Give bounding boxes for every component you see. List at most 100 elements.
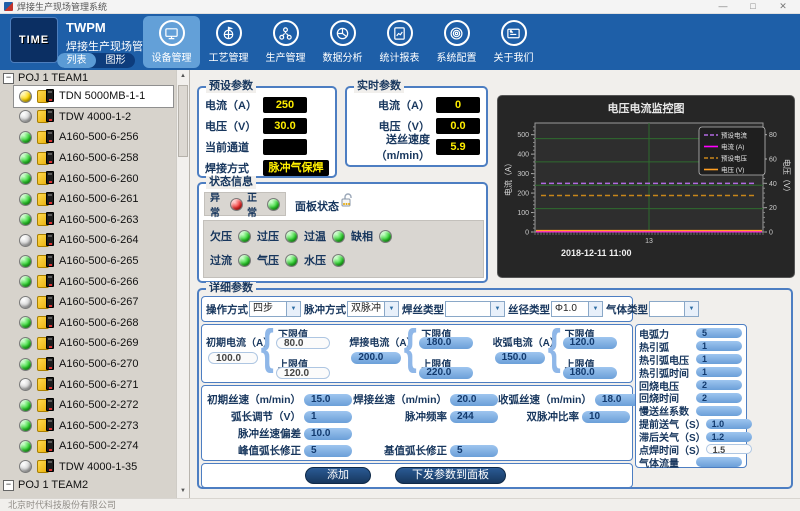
arc-length-adjust-input[interactable]: 1 (304, 411, 352, 423)
burnback-voltage-input[interactable]: 2 (696, 380, 742, 390)
scroll-thumb[interactable] (178, 85, 188, 157)
collapse-icon[interactable] (3, 480, 14, 491)
tree-group-team2[interactable]: POJ 1 TEAM2 (0, 477, 189, 493)
system-icon (444, 20, 470, 46)
spot-weld-time-input[interactable]: 1.5 (706, 444, 752, 454)
minimize-button[interactable]: — (708, 0, 738, 13)
crater-current-lower-input[interactable]: 120.0 (563, 337, 617, 349)
svg-text:电流 (A): 电流 (A) (721, 142, 744, 151)
scroll-up-icon[interactable] (177, 70, 189, 83)
gas-type-select[interactable] (649, 301, 699, 317)
nav-production-management[interactable]: 生产管理 (257, 16, 314, 68)
collapse-icon[interactable] (3, 73, 14, 84)
peak-arc-correction-label: 峰值弧长修正 (202, 443, 301, 458)
weld-current-input[interactable]: 200.0 (351, 352, 401, 364)
initial-current-upper-input[interactable]: 120.0 (276, 367, 330, 379)
dropdown-arrow-icon[interactable] (588, 302, 602, 316)
device-tree-item[interactable]: TDW 4000-1-35 (14, 457, 173, 478)
device-status-led (19, 337, 32, 350)
device-tree-item[interactable]: A160-500-6-258 (14, 148, 173, 169)
svg-text:200: 200 (517, 191, 529, 198)
device-tree-item[interactable]: A160-500-2-274 (14, 436, 173, 457)
operation-mode-select[interactable]: 四步 (249, 301, 301, 317)
pulse-mode-label: 脉冲方式 (304, 302, 346, 317)
dropdown-arrow-icon[interactable] (490, 302, 504, 316)
weld-wire-speed-input[interactable]: 20.0 (450, 394, 498, 406)
list-view-button[interactable]: 列表 (57, 53, 96, 68)
over-temperature-led (332, 230, 345, 243)
device-tree-item[interactable]: A160-500-2-272 (14, 395, 173, 416)
normal-label: 正常 (247, 189, 263, 219)
device-status-led (19, 90, 32, 103)
double-pulse-ratio-label: 双脉冲比率 (498, 409, 579, 424)
double-pulse-ratio-input[interactable]: 10 (582, 411, 630, 423)
initial-current-input[interactable]: 100.0 (208, 352, 258, 364)
hot-arc-start-input[interactable]: 1 (696, 341, 742, 351)
base-arc-correction-input[interactable]: 5 (450, 445, 498, 457)
nav-data-analysis[interactable]: 数据分析 (314, 16, 371, 68)
close-button[interactable]: ✕ (768, 0, 798, 13)
device-tree-item[interactable]: A160-500-6-269 (14, 333, 173, 354)
weld-current-lower-input[interactable]: 180.0 (419, 337, 473, 349)
nav-device-management[interactable]: 设备管理 (143, 16, 200, 68)
initial-wire-speed-input[interactable]: 15.0 (304, 394, 352, 406)
maximize-button[interactable]: □ (738, 0, 768, 13)
send-params-button[interactable]: 下发参数到面板 (395, 467, 506, 484)
welder-icon (37, 377, 54, 392)
nav-about-us[interactable]: 关于我们 (485, 16, 542, 68)
tree-scrollbar[interactable] (176, 70, 189, 498)
hot-arc-time-input[interactable]: 1 (696, 367, 742, 377)
device-tree-item[interactable]: A160-500-6-256 (14, 127, 173, 148)
tree-group-label: POJ 1 TEAM1 (18, 72, 88, 84)
device-tree-item[interactable]: A160-500-6-260 (14, 168, 173, 189)
wire-type-select[interactable] (445, 301, 505, 317)
device-tree-item[interactable]: A160-500-6-271 (14, 374, 173, 395)
device-tree-item[interactable]: A160-500-6-263 (14, 210, 173, 231)
post-gas-time-input[interactable]: 1.2 (706, 432, 752, 442)
initial-current-lower-input[interactable]: 80.0 (276, 337, 330, 349)
crater-current-input[interactable]: 150.0 (495, 352, 545, 364)
graphic-view-button[interactable]: 图形 (96, 53, 135, 68)
nav-process-management[interactable]: 工艺管理 (200, 16, 257, 68)
slow-feed-coefficient-input[interactable] (696, 406, 742, 416)
device-tree-item[interactable]: A160-500-6-264 (14, 230, 173, 251)
tree-group-team1[interactable]: POJ 1 TEAM1 (0, 70, 189, 86)
arc-force-input[interactable]: 5 (696, 328, 742, 338)
device-tree-item[interactable]: TDW 4000-1-2 (14, 107, 173, 128)
pre-gas-time-input[interactable]: 1.0 (706, 419, 752, 429)
dropdown-arrow-icon[interactable] (384, 302, 398, 316)
pulse-wire-speed-offset-input[interactable]: 10.0 (304, 428, 352, 440)
crater-current-upper-input[interactable]: 180.0 (563, 367, 617, 379)
burnback-time-input[interactable]: 2 (696, 393, 742, 403)
nav-statistic-report[interactable]: 统计报表 (371, 16, 428, 68)
peak-arc-correction-input[interactable]: 5 (304, 445, 352, 457)
preset-current-label: 电流（A） (205, 97, 263, 113)
weld-current-upper-input[interactable]: 220.0 (419, 367, 473, 379)
weld-method-display: 脉冲气保焊 (263, 160, 329, 176)
device-tree-item[interactable]: A160-500-6-267 (14, 292, 173, 313)
pulse-frequency-input[interactable]: 244 (450, 411, 498, 423)
add-button[interactable]: 添加 (305, 467, 371, 484)
wire-diameter-select[interactable]: Φ1.0 (551, 301, 603, 317)
gas-flow-input[interactable] (696, 457, 742, 467)
current-limits-box: 初期电流（A）100.0{下限值80.0上限值120.0焊接电流（A）200.0… (201, 324, 633, 383)
dropdown-arrow-icon[interactable] (286, 302, 300, 316)
scroll-down-icon[interactable] (177, 485, 189, 498)
chart-title: 电压电流监控图 (498, 100, 794, 116)
pulse-mode-select[interactable]: 双脉冲 (347, 301, 399, 317)
device-tree-item[interactable]: A160-500-6-266 (14, 271, 173, 292)
alarm-led-box: 欠压过压过温缺相 过流气压水压 (203, 220, 484, 278)
hot-arc-voltage-input[interactable]: 1 (696, 354, 742, 364)
welder-icon (37, 357, 54, 372)
svg-text:预设电压: 预设电压 (721, 154, 748, 163)
device-tree-item[interactable]: A160-500-6-268 (14, 313, 173, 334)
device-name: A160-500-6-264 (59, 234, 139, 246)
dropdown-arrow-icon[interactable] (684, 302, 698, 316)
device-tree-item[interactable]: A160-500-6-270 (14, 354, 173, 375)
device-tree-item[interactable]: A160-500-6-261 (14, 189, 173, 210)
device-tree-item[interactable]: A160-500-6-265 (14, 251, 173, 272)
device-tree-item[interactable]: A160-500-2-273 (14, 416, 173, 437)
nav-system-config[interactable]: 系统配置 (428, 16, 485, 68)
device-tree-item[interactable]: TDN 5000MB-1-1 (14, 86, 173, 107)
welder-icon (37, 130, 54, 145)
